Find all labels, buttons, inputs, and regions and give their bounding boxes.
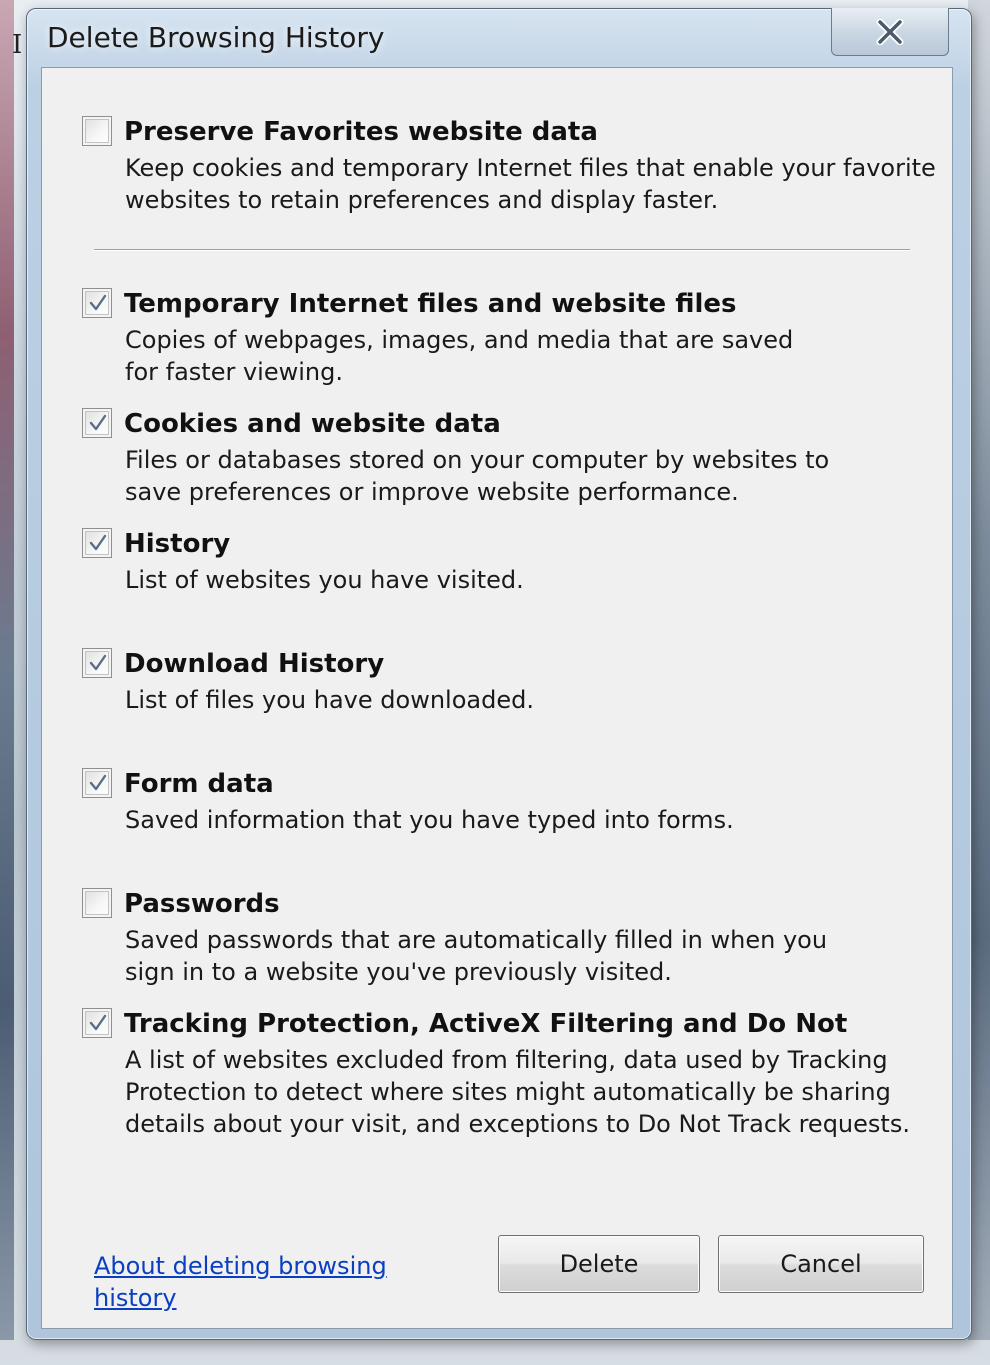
option-description: Saved passwords that are automatically f… bbox=[125, 926, 828, 986]
separator bbox=[94, 249, 910, 251]
checkbox-preserve-favorites[interactable] bbox=[82, 116, 112, 146]
checkbox-tracking-protection[interactable] bbox=[82, 1008, 112, 1038]
option-title: Form data bbox=[124, 769, 274, 799]
option-description: Keep cookies and temporary Internet file… bbox=[125, 154, 936, 214]
checkmark-icon bbox=[89, 294, 107, 311]
checkmark-icon bbox=[89, 1014, 107, 1031]
option-title: Download History bbox=[124, 649, 385, 679]
option-title: Temporary Internet files and website fil… bbox=[124, 289, 737, 319]
option-title: Passwords bbox=[124, 889, 280, 919]
delete-button[interactable]: Delete bbox=[498, 1235, 700, 1293]
title-bar[interactable]: Delete Browsing History bbox=[27, 8, 971, 63]
checkmark-icon bbox=[89, 414, 107, 431]
option-title: Tracking Protection, ActiveX Filtering a… bbox=[124, 1009, 850, 1039]
option-description: List of files you have downloaded. bbox=[125, 686, 534, 714]
option-description: Files or databases stored on your comput… bbox=[125, 446, 830, 506]
background-text-fragment: I bbox=[12, 30, 23, 60]
option-title: Preserve Favorites website data bbox=[124, 117, 598, 147]
dialog-title: Delete Browsing History bbox=[47, 21, 385, 54]
checkbox-download-history[interactable] bbox=[82, 648, 112, 678]
close-button[interactable] bbox=[831, 8, 949, 56]
checkbox-passwords[interactable] bbox=[82, 888, 112, 918]
option-description: Saved information that you have typed in… bbox=[125, 806, 734, 834]
checkbox-temporary-internet-files[interactable] bbox=[82, 288, 112, 318]
dialog-content: Preserve Favorites website data Keep coo… bbox=[41, 67, 953, 1329]
checkmark-icon bbox=[89, 534, 107, 551]
delete-browsing-history-dialog: Delete Browsing History Preserve Favorit… bbox=[26, 8, 972, 1340]
option-description: Copies of webpages, images, and media th… bbox=[125, 326, 794, 386]
checkmark-icon bbox=[89, 654, 107, 671]
option-title: History bbox=[124, 529, 231, 559]
option-description: List of websites you have visited. bbox=[125, 566, 524, 594]
cancel-button[interactable]: Cancel bbox=[718, 1235, 924, 1293]
option-title: Cookies and website data bbox=[124, 409, 501, 439]
option-description: A list of websites excluded from filteri… bbox=[125, 1046, 910, 1138]
close-icon bbox=[875, 18, 905, 45]
checkbox-form-data[interactable] bbox=[82, 768, 112, 798]
checkbox-history[interactable] bbox=[82, 528, 112, 558]
checkmark-icon bbox=[89, 774, 107, 791]
background-window-edge-left bbox=[0, 0, 14, 1340]
checkbox-cookies[interactable] bbox=[82, 408, 112, 438]
about-deleting-history-link[interactable]: About deleting browsing history bbox=[94, 1250, 414, 1314]
